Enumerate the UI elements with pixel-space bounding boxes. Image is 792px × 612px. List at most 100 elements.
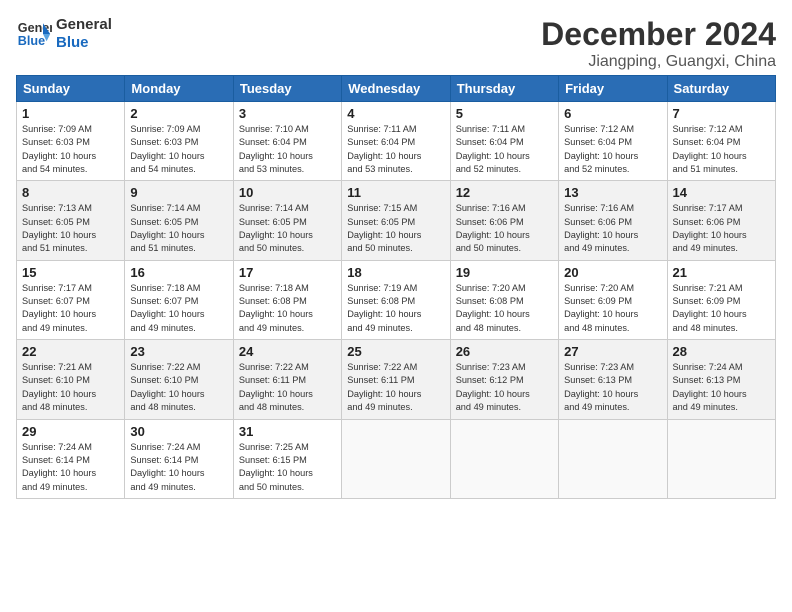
day-info: Sunrise: 7:15 AM Sunset: 6:05 PM Dayligh… [347,202,444,255]
day-info: Sunrise: 7:24 AM Sunset: 6:14 PM Dayligh… [130,441,227,494]
day-info: Sunrise: 7:18 AM Sunset: 6:07 PM Dayligh… [130,282,227,335]
day-number: 7 [673,106,770,121]
day-number: 28 [673,344,770,359]
day-number: 6 [564,106,661,121]
day-number: 31 [239,424,336,439]
weekday-header-tuesday: Tuesday [233,76,341,102]
day-number: 24 [239,344,336,359]
day-number: 29 [22,424,119,439]
day-number: 27 [564,344,661,359]
day-number: 8 [22,185,119,200]
day-number: 19 [456,265,553,280]
calendar-cell: 13Sunrise: 7:16 AM Sunset: 6:06 PM Dayli… [559,181,667,260]
calendar-cell: 5Sunrise: 7:11 AM Sunset: 6:04 PM Daylig… [450,102,558,181]
calendar-cell: 31 Sunrise: 7:25 AM Sunset: 6:15 PM Dayli… [233,419,341,498]
day-number: 10 [239,185,336,200]
calendar-cell: 9 Sunrise: 7:14 AM Sunset: 6:05 PM Daylig… [125,181,233,260]
day-info: Sunrise: 7:19 AM Sunset: 6:08 PM Dayligh… [347,282,444,335]
day-info: Sunrise: 7:13 AM Sunset: 6:05 PM Dayligh… [22,202,119,255]
day-info: Sunrise: 7:20 AM Sunset: 6:08 PM Dayligh… [456,282,553,335]
day-info: Sunrise: 7:17 AM Sunset: 6:06 PM Dayligh… [673,202,770,255]
day-info: Sunrise: 7:09 AM Sunset: 6:03 PM Dayligh… [130,123,227,176]
day-number: 26 [456,344,553,359]
day-number: 30 [130,424,227,439]
day-info: Sunrise: 7:24 AM Sunset: 6:13 PM Dayligh… [673,361,770,414]
calendar-cell: 17 Sunrise: 7:18 AM Sunset: 6:08 PM Dayli… [233,260,341,339]
day-info: Sunrise: 7:22 AM Sunset: 6:10 PM Dayligh… [130,361,227,414]
calendar-cell: 25 Sunrise: 7:22 AM Sunset: 6:11 PM Dayli… [342,340,450,419]
day-number: 9 [130,185,227,200]
day-info: Sunrise: 7:23 AM Sunset: 6:13 PM Dayligh… [564,361,661,414]
weekday-header-friday: Friday [559,76,667,102]
day-number: 25 [347,344,444,359]
calendar-cell [450,419,558,498]
day-info: Sunrise: 7:21 AM Sunset: 6:10 PM Dayligh… [22,361,119,414]
calendar-cell [667,419,775,498]
day-number: 21 [673,265,770,280]
calendar-cell: 2 Sunrise: 7:09 AM Sunset: 6:03 PM Daylig… [125,102,233,181]
day-info: Sunrise: 7:16 AM Sunset: 6:06 PM Dayligh… [456,202,553,255]
logo-text-blue: Blue [56,34,112,52]
day-number: 3 [239,106,336,121]
day-info: Sunrise: 7:18 AM Sunset: 6:08 PM Dayligh… [239,282,336,335]
calendar-cell: 7 Sunrise: 7:12 AM Sunset: 6:04 PM Daylig… [667,102,775,181]
day-info: Sunrise: 7:12 AM Sunset: 6:04 PM Dayligh… [673,123,770,176]
calendar-week-2: 8 Sunrise: 7:13 AM Sunset: 6:05 PM Daylig… [17,181,776,260]
logo-icon: General Blue [16,16,52,52]
calendar-header-row: SundayMondayTuesdayWednesdayThursdayFrid… [17,76,776,102]
month-title: December 2024 [541,16,776,53]
day-number: 18 [347,265,444,280]
logo: General Blue General Blue [16,16,112,52]
calendar-cell: 1 Sunrise: 7:09 AM Sunset: 6:03 PM Daylig… [17,102,125,181]
day-number: 12 [456,185,553,200]
calendar-cell: 10Sunrise: 7:14 AM Sunset: 6:05 PM Dayli… [233,181,341,260]
weekday-header-monday: Monday [125,76,233,102]
header-row: General Blue General Blue December 2024 … [16,16,776,71]
day-number: 17 [239,265,336,280]
day-number: 20 [564,265,661,280]
calendar-cell: 4 Sunrise: 7:11 AM Sunset: 6:04 PM Daylig… [342,102,450,181]
day-number: 4 [347,106,444,121]
calendar-week-5: 29 Sunrise: 7:24 AM Sunset: 6:14 PM Dayli… [17,419,776,498]
day-info: Sunrise: 7:09 AM Sunset: 6:03 PM Dayligh… [22,123,119,176]
day-number: 2 [130,106,227,121]
day-info: Sunrise: 7:22 AM Sunset: 6:11 PM Dayligh… [347,361,444,414]
calendar-cell: 19 Sunrise: 7:20 AM Sunset: 6:08 PM Dayli… [450,260,558,339]
calendar-table: SundayMondayTuesdayWednesdayThursdayFrid… [16,75,776,499]
calendar-week-3: 15Sunrise: 7:17 AM Sunset: 6:07 PM Dayli… [17,260,776,339]
calendar-cell: 11Sunrise: 7:15 AM Sunset: 6:05 PM Dayli… [342,181,450,260]
day-number: 22 [22,344,119,359]
calendar-week-1: 1 Sunrise: 7:09 AM Sunset: 6:03 PM Daylig… [17,102,776,181]
calendar-cell: 18 Sunrise: 7:19 AM Sunset: 6:08 PM Dayli… [342,260,450,339]
day-info: Sunrise: 7:23 AM Sunset: 6:12 PM Dayligh… [456,361,553,414]
day-number: 14 [673,185,770,200]
day-info: Sunrise: 7:17 AM Sunset: 6:07 PM Dayligh… [22,282,119,335]
calendar-cell: 8 Sunrise: 7:13 AM Sunset: 6:05 PM Daylig… [17,181,125,260]
calendar-cell: 12 Sunrise: 7:16 AM Sunset: 6:06 PM Dayli… [450,181,558,260]
calendar-cell: 24 Sunrise: 7:22 AM Sunset: 6:11 PM Dayli… [233,340,341,419]
day-info: Sunrise: 7:14 AM Sunset: 6:05 PM Dayligh… [130,202,227,255]
svg-text:Blue: Blue [18,34,45,48]
day-number: 1 [22,106,119,121]
day-info: Sunrise: 7:21 AM Sunset: 6:09 PM Dayligh… [673,282,770,335]
day-info: Sunrise: 7:10 AM Sunset: 6:04 PM Dayligh… [239,123,336,176]
calendar-cell: 23Sunrise: 7:22 AM Sunset: 6:10 PM Dayli… [125,340,233,419]
calendar-cell: 20 Sunrise: 7:20 AM Sunset: 6:09 PM Dayli… [559,260,667,339]
calendar-cell: 27 Sunrise: 7:23 AM Sunset: 6:13 PM Dayli… [559,340,667,419]
day-info: Sunrise: 7:22 AM Sunset: 6:11 PM Dayligh… [239,361,336,414]
day-number: 13 [564,185,661,200]
logo-text-general: General [56,16,112,34]
calendar-cell: 6Sunrise: 7:12 AM Sunset: 6:04 PM Daylig… [559,102,667,181]
location: Jiangping, Guangxi, China [541,53,776,71]
day-info: Sunrise: 7:20 AM Sunset: 6:09 PM Dayligh… [564,282,661,335]
day-info: Sunrise: 7:11 AM Sunset: 6:04 PM Dayligh… [347,123,444,176]
day-info: Sunrise: 7:25 AM Sunset: 6:15 PM Dayligh… [239,441,336,494]
calendar-cell: 29Sunrise: 7:24 AM Sunset: 6:14 PM Dayli… [17,419,125,498]
weekday-header-sunday: Sunday [17,76,125,102]
calendar-cell: 28 Sunrise: 7:24 AM Sunset: 6:13 PM Dayli… [667,340,775,419]
calendar-cell: 21 Sunrise: 7:21 AM Sunset: 6:09 PM Dayli… [667,260,775,339]
calendar-cell: 3 Sunrise: 7:10 AM Sunset: 6:04 PM Daylig… [233,102,341,181]
calendar-cell: 22 Sunrise: 7:21 AM Sunset: 6:10 PM Dayli… [17,340,125,419]
calendar-cell: 16Sunrise: 7:18 AM Sunset: 6:07 PM Dayli… [125,260,233,339]
weekday-header-saturday: Saturday [667,76,775,102]
